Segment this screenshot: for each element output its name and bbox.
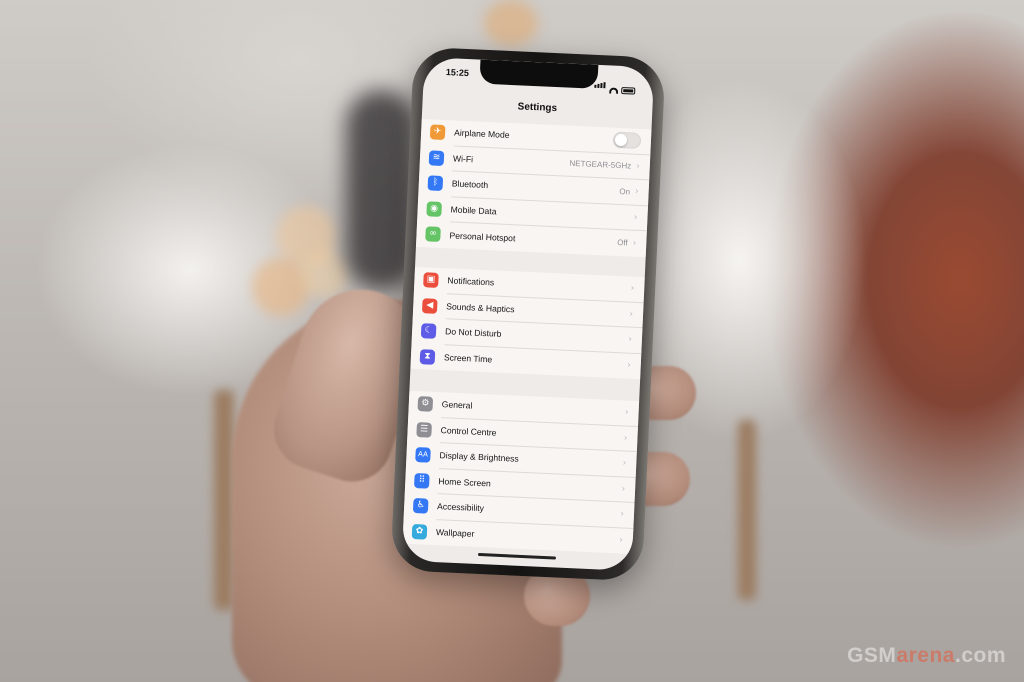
- home-screen-icon: ⠿: [414, 472, 430, 489]
- chevron-right-icon: ›: [621, 484, 626, 495]
- wallpaper-icon: ✿: [411, 523, 428, 540]
- display-icon: AA: [415, 447, 431, 463]
- settings-group-general: ⚙ General › ☰ Control Centre › AA Displa…: [402, 390, 640, 554]
- mobile-data-icon: ◉: [426, 201, 443, 217]
- phone: 15:25 Settings ✈ Airplane Mode ≋ Wi-Fi N…: [390, 46, 666, 582]
- page-title: Settings: [517, 101, 558, 115]
- row-label: Accessibility: [436, 501, 485, 514]
- chevron-right-icon: ›: [618, 535, 624, 546]
- moon-icon: ☾: [420, 323, 437, 340]
- bokeh-light: [484, 0, 538, 46]
- status-icons: [594, 75, 636, 95]
- bokeh-light: [300, 250, 348, 298]
- chevron-right-icon: ›: [630, 283, 635, 295]
- chevron-right-icon: ›: [622, 458, 627, 469]
- battery-icon: [621, 87, 636, 95]
- notch: [479, 59, 599, 89]
- chevron-right-icon: ›: [629, 309, 634, 320]
- row-label: Do Not Disturb: [444, 326, 502, 340]
- chevron-right-icon: ›: [633, 212, 638, 223]
- table-leg: [214, 390, 234, 610]
- chevron-right-icon: ›: [620, 509, 625, 520]
- row-label: Screen Time: [443, 352, 493, 365]
- sounds-icon: ◀: [421, 297, 438, 314]
- settings-group-notifications: ▣ Notifications › ◀ Sounds & Haptics › ☾…: [410, 266, 645, 380]
- home-indicator[interactable]: [477, 552, 557, 560]
- row-label: Airplane Mode: [453, 127, 510, 141]
- airplane-mode-toggle[interactable]: [612, 131, 642, 150]
- watermark-part: arena: [896, 644, 955, 667]
- watermark-logo: GSMarena.com: [847, 644, 1006, 668]
- status-time: 15:25: [445, 67, 470, 79]
- chevron-right-icon: ›: [634, 186, 639, 198]
- control-centre-icon: ☰: [416, 421, 432, 438]
- chevron-right-icon: ›: [635, 161, 641, 172]
- airplane-icon: ✈: [429, 124, 446, 141]
- row-value: On: [619, 186, 631, 197]
- row-label: Display & Brightness: [439, 450, 519, 464]
- row-label: Control Centre: [440, 424, 497, 438]
- row-value: Off: [616, 238, 628, 248]
- row-label: Wallpaper: [435, 527, 475, 540]
- hotspot-icon: ∞: [425, 226, 441, 243]
- chevron-right-icon: ›: [626, 360, 631, 371]
- row-label: Sounds & Haptics: [446, 301, 515, 315]
- wifi-icon: ≋: [428, 150, 445, 166]
- row-label: Wi-Fi: [452, 153, 474, 165]
- accessibility-icon: ♿: [412, 498, 429, 514]
- row-value: NETGEAR-5GHz: [569, 158, 632, 171]
- chevron-right-icon: ›: [628, 334, 633, 345]
- settings-group-connectivity: ✈ Airplane Mode ≋ Wi-Fi NETGEAR-5GHz › ᛒ…: [415, 118, 652, 257]
- hourglass-icon: ⧗: [419, 348, 436, 365]
- chevron-right-icon: ›: [623, 433, 628, 444]
- table-leg: [738, 420, 756, 600]
- row-label: General: [441, 399, 473, 411]
- signal-icon: [594, 75, 607, 94]
- notifications-icon: ▣: [423, 272, 439, 289]
- phone-screen: 15:25 Settings ✈ Airplane Mode ≋ Wi-Fi N…: [401, 57, 655, 571]
- row-label: Notifications: [447, 275, 495, 288]
- gear-icon: ⚙: [417, 396, 434, 413]
- row-label: Mobile Data: [450, 204, 497, 217]
- chevron-right-icon: ›: [632, 238, 637, 249]
- chevron-right-icon: ›: [624, 407, 629, 418]
- bluetooth-icon: ᛒ: [427, 175, 444, 192]
- row-label: Home Screen: [438, 475, 492, 489]
- watermark-part: .com: [954, 644, 1006, 667]
- row-label: Bluetooth: [451, 178, 489, 191]
- row-label: Personal Hotspot: [449, 230, 516, 244]
- watermark-part: GSM: [847, 644, 897, 667]
- wifi-status-icon: [609, 87, 619, 94]
